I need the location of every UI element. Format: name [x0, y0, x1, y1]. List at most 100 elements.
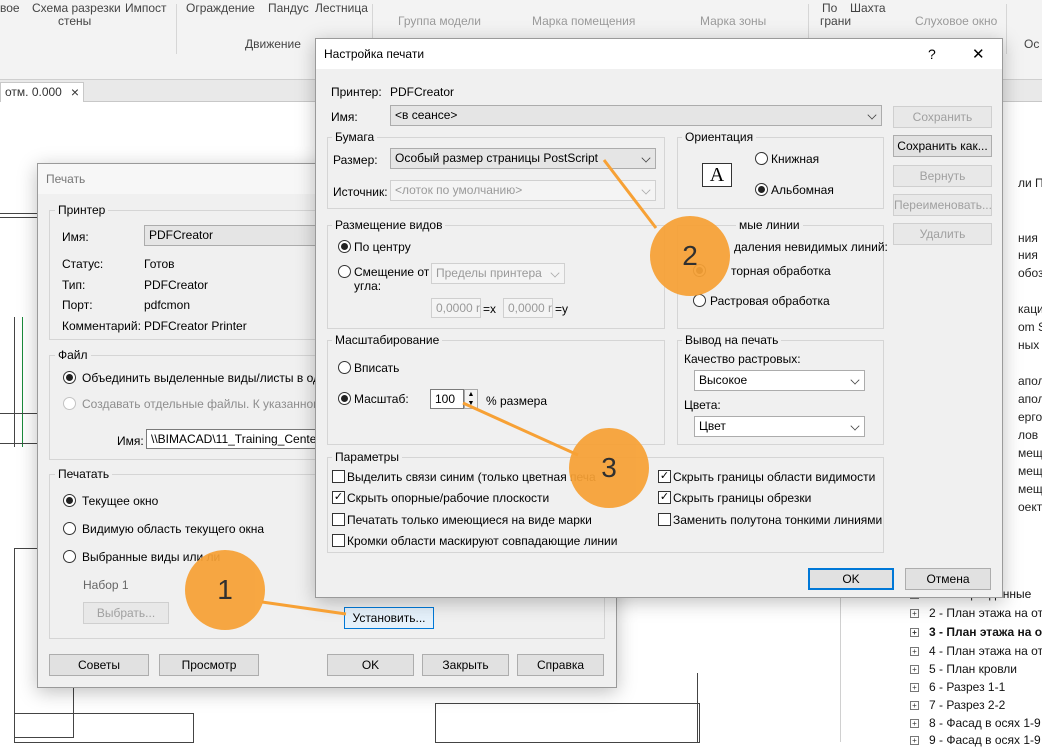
landscape-radio[interactable] [755, 183, 768, 196]
ribbon-item[interactable]: вое [0, 1, 20, 15]
cancel-button[interactable]: Отмена [905, 568, 991, 590]
ribbon-item[interactable]: По [822, 1, 837, 15]
status-label: Статус: [62, 257, 104, 271]
expand-icon[interactable]: + [910, 701, 919, 710]
paper-size-select[interactable]: Особый размер страницы PostScript [390, 148, 656, 169]
offset-y-input[interactable]: 0,0000 r [503, 298, 553, 318]
save-button[interactable]: Сохранить [893, 106, 992, 128]
option-checkbox[interactable] [332, 470, 345, 483]
rename-button[interactable]: Переименовать... [893, 194, 992, 216]
printer-value: PDFCreator [390, 85, 455, 99]
combine-radio[interactable] [63, 371, 76, 384]
sheet-tree-item[interactable]: +7 - Разрез 2-2 [910, 698, 1005, 712]
ribbon-panel-label: Ос [1024, 37, 1040, 51]
save-as-button[interactable]: Сохранить как... [893, 135, 992, 157]
printer-name-select[interactable]: PDFCreator [144, 225, 324, 246]
browser-item[interactable]: ли ПЗУ [1018, 176, 1042, 190]
sheet-tree-item[interactable]: +2 - План этажа на от [910, 606, 1042, 620]
separate-files-radio[interactable] [63, 397, 76, 410]
ribbon-item[interactable]: Лестница [315, 1, 368, 15]
browser-item[interactable]: ния ПЗЗ [1018, 248, 1042, 262]
browser-item[interactable]: ерголы [1018, 410, 1042, 424]
portrait-radio[interactable] [755, 152, 768, 165]
offset-radio[interactable] [338, 265, 351, 278]
setup-name-select[interactable]: <в сеансе> [390, 105, 882, 126]
visible-area-radio[interactable] [63, 522, 76, 535]
tips-button[interactable]: Советы [49, 654, 149, 676]
browser-item[interactable]: оекта/Г [1018, 500, 1042, 514]
ribbon-item[interactable]: Марка зоны [700, 14, 766, 28]
zoom-radio[interactable] [338, 392, 351, 405]
browser-item[interactable]: аполнен [1018, 374, 1042, 388]
center-radio[interactable] [338, 240, 351, 253]
setup-button[interactable]: Установить... [344, 607, 434, 629]
paper-source-select[interactable]: <лоток по умолчанию> [390, 180, 656, 201]
close-button[interactable]: Закрыть [422, 654, 509, 676]
sheet-tree-item[interactable]: +5 - План кровли [910, 662, 1017, 676]
close-icon[interactable]: ✕ [972, 45, 985, 63]
expand-icon[interactable]: + [910, 609, 919, 618]
browser-item[interactable]: мещени [1018, 464, 1042, 478]
ribbon-item[interactable]: Слуховое окно [915, 14, 997, 28]
expand-icon[interactable]: + [910, 665, 919, 674]
sheet-tree-item[interactable]: +4 - План этажа на от [910, 644, 1042, 658]
tab-view[interactable]: отм. 0.000 × [0, 82, 84, 102]
browser-item[interactable]: аполнен [1018, 392, 1042, 406]
zoom-value-input[interactable]: 100 [430, 389, 464, 409]
sheet-tree-item[interactable]: +6 - Разрез 1-1 [910, 680, 1005, 694]
sheet-tree-item[interactable]: +9 - Фасад в осях 1-9 [910, 733, 1041, 747]
browser-item[interactable]: мещени [1018, 446, 1042, 460]
browser-item[interactable]: кации ( [1018, 302, 1042, 316]
file-name-input[interactable]: \\BIMACAD\11_Training_Center\0 [146, 429, 321, 449]
ribbon-item[interactable]: Марка помещения [532, 14, 635, 28]
sheet-tree-item[interactable]: +8 - Фасад в осях 1-9 [910, 716, 1041, 730]
ribbon-item[interactable]: Пандус [268, 1, 309, 15]
expand-icon[interactable]: + [910, 628, 919, 637]
browser-item[interactable]: ных чер [1018, 338, 1042, 352]
expand-icon[interactable]: + [910, 736, 919, 745]
delete-button[interactable]: Удалить [893, 223, 992, 245]
selected-views-radio[interactable] [63, 550, 76, 563]
fit-radio[interactable] [338, 361, 351, 374]
raster-radio[interactable] [693, 294, 706, 307]
ribbon-item[interactable]: Ограждение [186, 1, 255, 15]
port-label: Порт: [62, 298, 93, 312]
browser-item[interactable]: обозн [1018, 266, 1042, 280]
zoom-spinner[interactable]: ▲ ▼ [464, 389, 478, 409]
option-checkbox[interactable] [332, 513, 345, 526]
ribbon-item[interactable]: Импост [125, 1, 167, 15]
ok-button[interactable]: OK [808, 568, 894, 590]
browser-item[interactable]: мещени [1018, 482, 1042, 496]
ribbon-item[interactable]: Группа модели [398, 14, 481, 28]
offset-x-input[interactable]: 0,0000 r [431, 298, 481, 318]
current-window-radio[interactable] [63, 494, 76, 507]
printer-name-label: Имя: [62, 230, 89, 244]
option-label: Заменить полутона тонкими линиями [673, 513, 883, 527]
ribbon-item[interactable]: Схема разрезки [32, 1, 121, 15]
option-label: Кромки области маскируют совпадающие лин… [347, 534, 618, 548]
option-checkbox[interactable]: ✓ [658, 491, 671, 504]
expand-icon[interactable]: + [910, 647, 919, 656]
select-views-button[interactable]: Выбрать... [83, 602, 169, 624]
colors-select[interactable]: Цвет [694, 416, 865, 437]
ribbon-item[interactable]: Шахта [850, 1, 886, 15]
browser-item[interactable]: лов [1018, 428, 1038, 442]
option-checkbox[interactable]: ✓ [658, 470, 671, 483]
help-icon[interactable]: ? [928, 46, 936, 62]
close-icon[interactable]: × [71, 84, 79, 100]
expand-icon[interactable]: + [910, 683, 919, 692]
option-checkbox[interactable]: ✓ [332, 491, 345, 504]
offset-origin-select[interactable]: Пределы принтера [431, 263, 565, 284]
expand-icon[interactable]: + [910, 719, 919, 728]
ok-button[interactable]: OK [327, 654, 414, 676]
visible-area-label: Видимую область текущего окна [82, 522, 265, 536]
raster-quality-select[interactable]: Высокое [694, 370, 865, 391]
preview-button[interactable]: Просмотр [159, 654, 259, 676]
browser-item[interactable]: om Sch [1018, 320, 1042, 334]
browser-item[interactable]: ния [1018, 231, 1038, 245]
option-checkbox[interactable] [332, 534, 345, 547]
option-checkbox[interactable] [658, 513, 671, 526]
sheet-tree-item[interactable]: +3 - План этажа на от [910, 625, 1042, 639]
revert-button[interactable]: Вернуть [893, 165, 992, 187]
help-button[interactable]: Справка [517, 654, 604, 676]
